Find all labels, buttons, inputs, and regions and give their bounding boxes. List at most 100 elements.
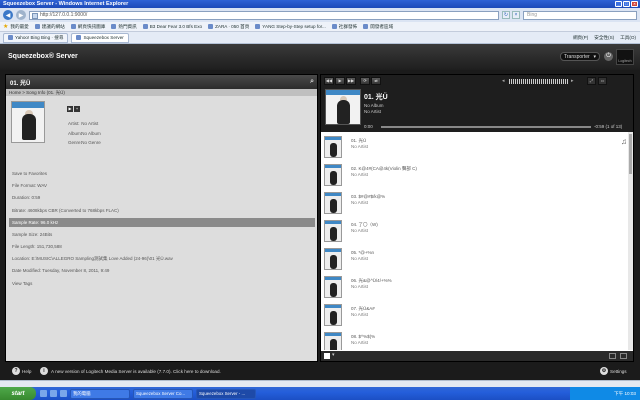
now-playing-panel: ◀◀ ▶ ▶▶ ⟳ ⇄ ◂ ▸ ⤢ ▭ 01. 光Ü No Album No A…: [320, 74, 634, 362]
meta-genre[interactable]: Genre: No Genre: [68, 138, 101, 148]
track-thumbnail: [324, 136, 342, 158]
favorite-link[interactable]: 建議的網站: [34, 24, 65, 30]
breadcrumb[interactable]: Home > Song Info (01. 光Ü): [6, 89, 317, 96]
favorite-link[interactable]: ZARA · 050 首頁: [208, 24, 249, 30]
menu-safety[interactable]: 安全性(S): [594, 35, 614, 41]
tab-squeezebox[interactable]: Squeezebox Server: [71, 32, 129, 43]
favorite-link[interactable]: 開發者區域: [363, 24, 393, 30]
favicon-icon: [142, 24, 148, 29]
favorites-button[interactable]: ★ 我的最愛: [3, 23, 29, 31]
save-playlist-icon[interactable]: [609, 353, 616, 359]
help-link[interactable]: ? Help: [12, 367, 31, 375]
back-button[interactable]: ◀: [3, 10, 13, 20]
playlist-item[interactable]: 01. 光Ü No Artist ♫: [321, 135, 633, 163]
favorite-link[interactable]: 社群發佈: [331, 24, 357, 30]
playlist-item[interactable]: 07. 光Ü&A# No Artist: [321, 303, 633, 331]
playlist-item[interactable]: 03. $#@#$/k@% No Artist: [321, 191, 633, 219]
shuffle-icon[interactable]: ⇄: [371, 77, 381, 85]
start-button[interactable]: start: [0, 387, 36, 400]
detail-location: Location: E:\MUSIC\ALLEGRO Sampling測試集 L…: [12, 256, 173, 262]
task-my-computer[interactable]: 我的電腦: [70, 388, 130, 399]
playlist-scrollbar[interactable]: [628, 132, 633, 350]
track-thumbnail: [324, 304, 342, 326]
playlist-item[interactable]: 04. 了〇〈W) No Artist: [321, 219, 633, 247]
forward-button[interactable]: ▶: [16, 10, 26, 20]
squeezebox-icon: [76, 35, 82, 40]
volume-up-icon[interactable]: ▸: [571, 78, 574, 84]
expand-icon[interactable]: ⤢: [587, 77, 596, 85]
meta-artist[interactable]: Artist: No Artist: [68, 119, 101, 129]
stop-icon[interactable]: ×: [512, 11, 520, 19]
playlist-item[interactable]: 05. *@+%n No Artist: [321, 247, 633, 275]
favorite-link[interactable]: B3 Dear Fear 3.0 Bfs Exo: [142, 24, 202, 29]
quick-launch: [40, 390, 67, 397]
scroll-thumb[interactable]: [629, 134, 632, 174]
save-to-favorites-link[interactable]: Save to Favorites: [9, 168, 315, 180]
track-artist: No Artist: [351, 200, 369, 205]
refresh-icon[interactable]: ↻: [502, 11, 510, 19]
meta-album[interactable]: Album: No Album: [68, 129, 101, 139]
clear-playlist-icon[interactable]: [620, 353, 627, 359]
search-icon[interactable]: ⌕: [310, 78, 314, 86]
playlist-menu-icon[interactable]: [324, 353, 330, 359]
detail-duration: Duration: 0:59: [12, 195, 41, 201]
close-button[interactable]: ×: [631, 1, 638, 7]
chevron-down-icon: ▾: [593, 53, 596, 60]
command-bar: Yahoo! Bing Bing · 搜尋 Squeezebox Server …: [0, 32, 640, 44]
track-artist: No Artist: [351, 284, 369, 289]
favicon-icon: [255, 24, 261, 29]
playlist-item[interactable]: 08. $^%$(% No Artist: [321, 331, 633, 350]
tab-yahoo[interactable]: Yahoo! Bing Bing · 搜尋: [3, 32, 69, 43]
favorite-link[interactable]: YANG Step-by-Step setup for...: [255, 24, 326, 29]
music-note-icon: ♫: [621, 137, 627, 146]
song-info-header: 01. 光Ü ⌕: [6, 75, 317, 89]
search-input[interactable]: Bing: [523, 10, 637, 20]
track-thumbnail: [324, 220, 342, 242]
repeat-icon[interactable]: ⟳: [360, 77, 370, 85]
playlist: 01. 光Ü No Artist ♫ 02. K@4#(CA@4k(Violin 聲部…: [321, 132, 633, 350]
next-icon[interactable]: ▶▶: [346, 77, 356, 85]
volume-slider[interactable]: [509, 79, 569, 84]
favorite-link[interactable]: 網頁快訊圖庫: [70, 24, 105, 30]
previous-icon[interactable]: ◀◀: [324, 77, 334, 85]
task-squeezebox-ie[interactable]: Squeezebox Server - ...: [196, 388, 256, 399]
playlist-item[interactable]: 06. 光&@^Ü/4/+%% No Artist: [321, 275, 633, 303]
power-icon[interactable]: ⏻: [604, 52, 613, 61]
menu-tools[interactable]: 工具(O): [620, 35, 636, 41]
desktop-icon[interactable]: [50, 390, 57, 397]
player-select[interactable]: Transporter ▾: [560, 52, 600, 61]
system-tray: 下午 10:03: [570, 387, 640, 400]
track-artist: No Artist: [351, 228, 369, 233]
playlist-dropdown-icon[interactable]: ▾: [332, 352, 335, 358]
detail-file-length: File Length: 151,730,588: [12, 243, 62, 249]
clock[interactable]: 下午 10:03: [614, 391, 636, 397]
settings-link[interactable]: ⚙ Settings: [600, 367, 627, 375]
app-title: Squeezebox® Server: [8, 53, 78, 60]
maximize-button[interactable]: □: [623, 1, 630, 7]
play-icon[interactable]: ▶: [67, 106, 73, 112]
favicon-icon: [331, 24, 337, 29]
detail-sample-rate: Sample Rate: 96.0 kHz: [9, 217, 315, 227]
update-notice[interactable]: i A new version of Logitech Media Server…: [40, 367, 221, 375]
playlist-item[interactable]: 02. K@4#(CA@4k(Violin 聲部 C) No Artist: [321, 163, 633, 191]
volume-down-icon[interactable]: ◂: [502, 78, 505, 84]
now-playing-album[interactable]: No Album: [364, 103, 384, 108]
ie-icon[interactable]: [40, 390, 47, 397]
add-icon[interactable]: +: [74, 106, 80, 112]
favorites-bar: ★ 我的最愛 建議的網站 網頁快訊圖庫 熱門資訊 B3 Dear Fear 3.0 Bfs…: [0, 22, 640, 32]
popup-icon[interactable]: ▭: [598, 77, 607, 85]
play-icon[interactable]: ▶: [335, 77, 345, 85]
favorite-link[interactable]: 熱門資訊: [111, 24, 137, 30]
song-details: Save to Favorites File Format: WAV Durat…: [9, 168, 315, 290]
address-bar[interactable]: http://127.0.0.1:9000/: [29, 10, 499, 20]
detail-file-format: File Format: WAV: [12, 183, 48, 189]
view-tags-link[interactable]: View Tags: [9, 278, 315, 290]
detail-date-modified: Date Modified: Tuesday, November 8, 2011…: [12, 268, 110, 274]
minimize-button[interactable]: _: [615, 1, 622, 7]
now-playing-artist[interactable]: No Artist: [364, 109, 381, 114]
now-playing: ◀◀ ▶ ▶▶ ⟳ ⇄ ◂ ▸ ⤢ ▭ 01. 光Ü No Album No A…: [321, 75, 633, 132]
progress-bar[interactable]: [381, 126, 591, 128]
media-icon[interactable]: [60, 390, 67, 397]
task-squeezebox-console[interactable]: Squeezebox Server Co...: [133, 388, 193, 399]
menu-page[interactable]: 網頁(P): [573, 35, 588, 41]
